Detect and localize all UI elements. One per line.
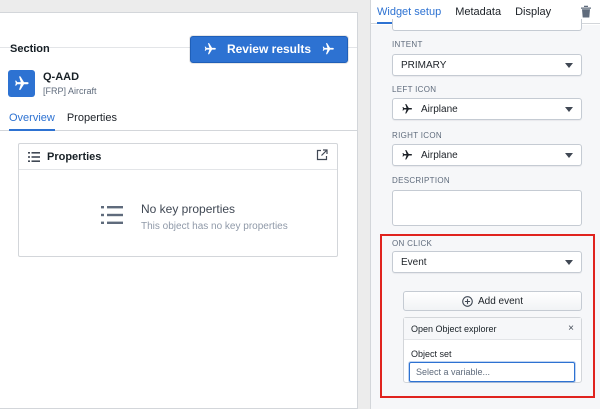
object-title: Q-AAD — [43, 71, 80, 83]
object-tabs: Overview Properties — [0, 112, 357, 131]
right-icon-select[interactable]: Airplane — [392, 144, 582, 166]
tab-properties[interactable]: Properties — [67, 112, 117, 131]
chevron-down-icon — [565, 260, 573, 265]
trash-icon[interactable] — [580, 5, 592, 18]
airplane-icon — [402, 104, 412, 114]
config-panel-body: INTENT PRIMARY LEFT ICON Airplane RIGHT … — [371, 19, 600, 409]
description-label: DESCRIPTION — [392, 176, 450, 185]
chevron-down-icon — [565, 153, 573, 158]
previous-field-stub — [392, 19, 582, 31]
object-set-variable-input[interactable] — [409, 362, 575, 382]
event-card: Open Object explorer × Object set — [403, 317, 582, 383]
properties-list-icon — [28, 151, 40, 162]
right-icon-value: Airplane — [421, 149, 458, 161]
properties-list-icon — [101, 206, 123, 224]
airplane-icon — [402, 150, 412, 160]
on-click-select[interactable]: Event — [392, 251, 582, 273]
properties-card-title: Properties — [47, 150, 102, 163]
on-click-label: ON CLICK — [392, 239, 433, 248]
properties-card-header: Properties — [19, 144, 337, 170]
right-icon-label: RIGHT ICON — [392, 131, 442, 140]
add-event-button[interactable]: Add event — [403, 291, 582, 311]
object-avatar — [8, 70, 35, 97]
properties-card: Properties No key properties This object… — [18, 143, 338, 257]
object-set-label: Object set — [411, 349, 452, 359]
tab-overview[interactable]: Overview — [9, 112, 55, 131]
airplane-icon — [15, 76, 29, 90]
intent-value: PRIMARY — [401, 59, 447, 71]
empty-state-subtitle: This object has no key properties — [141, 221, 288, 232]
review-results-label: Review results — [226, 42, 311, 56]
widget-preview-area: Section Review results Q-AAD [FRP] Aircr… — [0, 0, 370, 409]
airplane-icon — [322, 43, 334, 55]
empty-state-title: No key properties — [141, 202, 236, 216]
left-icon-label: LEFT ICON — [392, 85, 437, 94]
chevron-down-icon — [565, 63, 573, 68]
add-event-label: Add event — [477, 295, 524, 307]
plus-circle-icon — [462, 295, 473, 307]
object-header: Q-AAD [FRP] Aircraft — [8, 70, 97, 97]
properties-empty-state: No key properties This object has no key… — [101, 202, 288, 232]
on-click-value: Event — [401, 256, 427, 268]
widget-config-panel: Widget setup Metadata Display INTENT PRI… — [370, 0, 600, 409]
object-type: [FRP] Aircraft — [43, 86, 97, 96]
review-results-button[interactable]: Review results — [189, 35, 348, 63]
event-title: Open Object explorer — [411, 323, 497, 334]
section-title: Section — [10, 43, 50, 55]
close-icon[interactable]: × — [568, 323, 574, 334]
open-external-icon[interactable] — [316, 149, 328, 164]
airplane-icon — [204, 43, 216, 55]
left-icon-value: Airplane — [421, 103, 458, 115]
chevron-down-icon — [565, 107, 573, 112]
intent-select[interactable]: PRIMARY — [392, 54, 582, 76]
event-card-header: Open Object explorer × — [404, 318, 581, 340]
left-icon-select[interactable]: Airplane — [392, 98, 582, 120]
section-header: Section Review results — [10, 35, 348, 63]
description-textarea[interactable] — [392, 190, 582, 226]
intent-label: INTENT — [392, 40, 423, 49]
